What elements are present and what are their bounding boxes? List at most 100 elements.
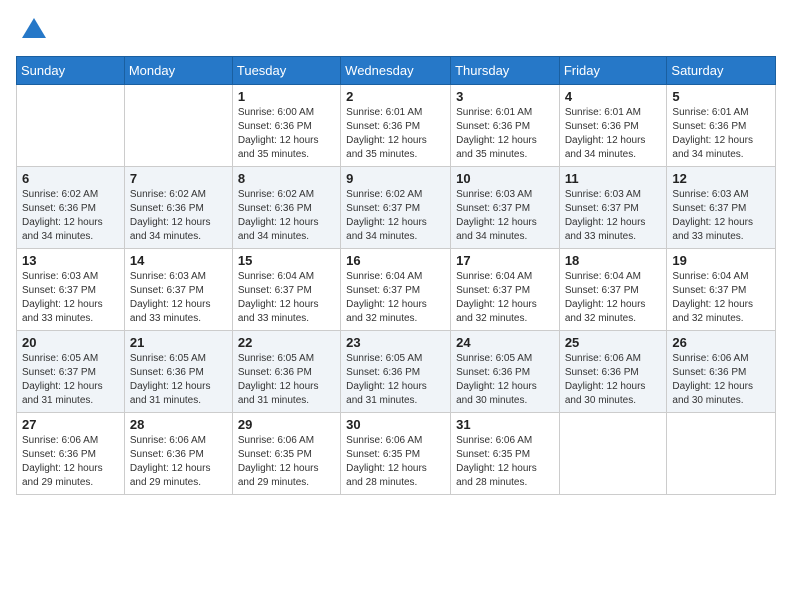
day-info: Sunrise: 6:02 AMSunset: 6:37 PMDaylight:… — [346, 188, 445, 244]
calendar-day-cell: 17 Sunrise: 6:04 AMSunset: 6:37 PMDayligh… — [451, 249, 560, 331]
calendar-day-cell: 4 Sunrise: 6:01 AMSunset: 6:36 PMDaylight… — [559, 85, 667, 167]
day-info: Sunrise: 6:05 AMSunset: 6:37 PMDaylight:… — [22, 352, 119, 408]
weekday-header-monday: Monday — [124, 57, 232, 85]
day-number: 24 — [456, 335, 554, 350]
day-number: 18 — [565, 253, 662, 268]
day-info: Sunrise: 6:02 AMSunset: 6:36 PMDaylight:… — [130, 188, 227, 244]
weekday-header-saturday: Saturday — [667, 57, 776, 85]
day-info: Sunrise: 6:06 AMSunset: 6:36 PMDaylight:… — [130, 434, 227, 490]
day-number: 5 — [672, 89, 770, 104]
day-info: Sunrise: 6:04 AMSunset: 6:37 PMDaylight:… — [565, 270, 662, 326]
day-number: 3 — [456, 89, 554, 104]
day-info: Sunrise: 6:02 AMSunset: 6:36 PMDaylight:… — [22, 188, 119, 244]
calendar-day-cell: 9 Sunrise: 6:02 AMSunset: 6:37 PMDaylight… — [341, 167, 451, 249]
calendar-day-cell: 6 Sunrise: 6:02 AMSunset: 6:36 PMDaylight… — [17, 167, 125, 249]
calendar-day-cell — [667, 413, 776, 495]
weekday-header-tuesday: Tuesday — [232, 57, 340, 85]
weekday-header-thursday: Thursday — [451, 57, 560, 85]
day-info: Sunrise: 6:04 AMSunset: 6:37 PMDaylight:… — [456, 270, 554, 326]
calendar-day-cell: 2 Sunrise: 6:01 AMSunset: 6:36 PMDaylight… — [341, 85, 451, 167]
day-info: Sunrise: 6:05 AMSunset: 6:36 PMDaylight:… — [130, 352, 227, 408]
day-number: 2 — [346, 89, 445, 104]
day-info: Sunrise: 6:04 AMSunset: 6:37 PMDaylight:… — [672, 270, 770, 326]
calendar-day-cell: 23 Sunrise: 6:05 AMSunset: 6:36 PMDayligh… — [341, 331, 451, 413]
day-number: 21 — [130, 335, 227, 350]
day-info: Sunrise: 6:06 AMSunset: 6:35 PMDaylight:… — [346, 434, 445, 490]
day-number: 11 — [565, 171, 662, 186]
calendar-day-cell: 28 Sunrise: 6:06 AMSunset: 6:36 PMDayligh… — [124, 413, 232, 495]
calendar-table: SundayMondayTuesdayWednesdayThursdayFrid… — [16, 56, 776, 495]
day-number: 28 — [130, 417, 227, 432]
day-info: Sunrise: 6:03 AMSunset: 6:37 PMDaylight:… — [22, 270, 119, 326]
day-number: 30 — [346, 417, 445, 432]
calendar-day-cell: 1Sunrise: 6:00 AMSunset: 6:36 PMDaylight… — [232, 85, 340, 167]
calendar-day-cell: 24 Sunrise: 6:05 AMSunset: 6:36 PMDayligh… — [451, 331, 560, 413]
calendar-day-cell — [559, 413, 667, 495]
day-info: Sunrise: 6:03 AMSunset: 6:37 PMDaylight:… — [672, 188, 770, 244]
day-number: 19 — [672, 253, 770, 268]
calendar-day-cell: 22 Sunrise: 6:05 AMSunset: 6:36 PMDayligh… — [232, 331, 340, 413]
day-info: Sunrise: 6:03 AMSunset: 6:37 PMDaylight:… — [565, 188, 662, 244]
day-info: Sunrise: 6:01 AMSunset: 6:36 PMDaylight:… — [565, 106, 662, 162]
day-number: 29 — [238, 417, 335, 432]
calendar-day-cell: 8 Sunrise: 6:02 AMSunset: 6:36 PMDaylight… — [232, 167, 340, 249]
logo — [16, 16, 48, 44]
calendar-day-cell: 12 Sunrise: 6:03 AMSunset: 6:37 PMDayligh… — [667, 167, 776, 249]
day-info: Sunrise: 6:01 AMSunset: 6:36 PMDaylight:… — [672, 106, 770, 162]
calendar-day-cell: 31 Sunrise: 6:06 AMSunset: 6:35 PMDayligh… — [451, 413, 560, 495]
day-info: Sunrise: 6:06 AMSunset: 6:35 PMDaylight:… — [238, 434, 335, 490]
day-number: 22 — [238, 335, 335, 350]
day-number: 27 — [22, 417, 119, 432]
day-info: Sunrise: 6:06 AMSunset: 6:35 PMDaylight:… — [456, 434, 554, 490]
logo-icon — [20, 16, 48, 44]
day-number: 4 — [565, 89, 662, 104]
day-info: Sunrise: 6:05 AMSunset: 6:36 PMDaylight:… — [456, 352, 554, 408]
calendar-day-cell: 5 Sunrise: 6:01 AMSunset: 6:36 PMDaylight… — [667, 85, 776, 167]
day-info: Sunrise: 6:01 AMSunset: 6:36 PMDaylight:… — [456, 106, 554, 162]
day-info: Sunrise: 6:03 AMSunset: 6:37 PMDaylight:… — [456, 188, 554, 244]
day-info: Sunrise: 6:05 AMSunset: 6:36 PMDaylight:… — [238, 352, 335, 408]
day-info: Sunrise: 6:06 AMSunset: 6:36 PMDaylight:… — [22, 434, 119, 490]
calendar-week-row: 13 Sunrise: 6:03 AMSunset: 6:37 PMDayligh… — [17, 249, 776, 331]
day-number: 12 — [672, 171, 770, 186]
day-number: 9 — [346, 171, 445, 186]
calendar-day-cell: 27 Sunrise: 6:06 AMSunset: 6:36 PMDayligh… — [17, 413, 125, 495]
calendar-day-cell: 16 Sunrise: 6:04 AMSunset: 6:37 PMDayligh… — [341, 249, 451, 331]
calendar-day-cell: 30 Sunrise: 6:06 AMSunset: 6:35 PMDayligh… — [341, 413, 451, 495]
calendar-day-cell — [17, 85, 125, 167]
calendar-week-row: 20Sunrise: 6:05 AMSunset: 6:37 PMDayligh… — [17, 331, 776, 413]
calendar-day-cell: 3 Sunrise: 6:01 AMSunset: 6:36 PMDaylight… — [451, 85, 560, 167]
day-info: Sunrise: 6:03 AMSunset: 6:37 PMDaylight:… — [130, 270, 227, 326]
day-number: 8 — [238, 171, 335, 186]
day-info: Sunrise: 6:06 AMSunset: 6:36 PMDaylight:… — [565, 352, 662, 408]
calendar-week-row: 1Sunrise: 6:00 AMSunset: 6:36 PMDaylight… — [17, 85, 776, 167]
weekday-header-wednesday: Wednesday — [341, 57, 451, 85]
day-number: 17 — [456, 253, 554, 268]
day-info: Sunrise: 6:05 AMSunset: 6:36 PMDaylight:… — [346, 352, 445, 408]
day-number: 31 — [456, 417, 554, 432]
day-number: 10 — [456, 171, 554, 186]
calendar-day-cell: 25Sunrise: 6:06 AMSunset: 6:36 PMDayligh… — [559, 331, 667, 413]
day-info: Sunrise: 6:06 AMSunset: 6:36 PMDaylight:… — [672, 352, 770, 408]
day-number: 26 — [672, 335, 770, 350]
weekday-header-friday: Friday — [559, 57, 667, 85]
calendar-day-cell: 20Sunrise: 6:05 AMSunset: 6:37 PMDayligh… — [17, 331, 125, 413]
day-info: Sunrise: 6:02 AMSunset: 6:36 PMDaylight:… — [238, 188, 335, 244]
calendar-day-cell — [124, 85, 232, 167]
day-number: 15 — [238, 253, 335, 268]
calendar-day-cell: 19 Sunrise: 6:04 AMSunset: 6:37 PMDayligh… — [667, 249, 776, 331]
day-info: Sunrise: 6:00 AMSunset: 6:36 PMDaylight:… — [238, 106, 335, 162]
day-number: 13 — [22, 253, 119, 268]
day-number: 6 — [22, 171, 119, 186]
day-number: 23 — [346, 335, 445, 350]
day-number: 7 — [130, 171, 227, 186]
page-header — [16, 16, 776, 44]
calendar-day-cell: 13 Sunrise: 6:03 AMSunset: 6:37 PMDayligh… — [17, 249, 125, 331]
weekday-header-sunday: Sunday — [17, 57, 125, 85]
day-info: Sunrise: 6:04 AMSunset: 6:37 PMDaylight:… — [346, 270, 445, 326]
day-number: 16 — [346, 253, 445, 268]
day-info: Sunrise: 6:04 AMSunset: 6:37 PMDaylight:… — [238, 270, 335, 326]
day-number: 14 — [130, 253, 227, 268]
day-info: Sunrise: 6:01 AMSunset: 6:36 PMDaylight:… — [346, 106, 445, 162]
calendar-day-cell: 15 Sunrise: 6:04 AMSunset: 6:37 PMDayligh… — [232, 249, 340, 331]
